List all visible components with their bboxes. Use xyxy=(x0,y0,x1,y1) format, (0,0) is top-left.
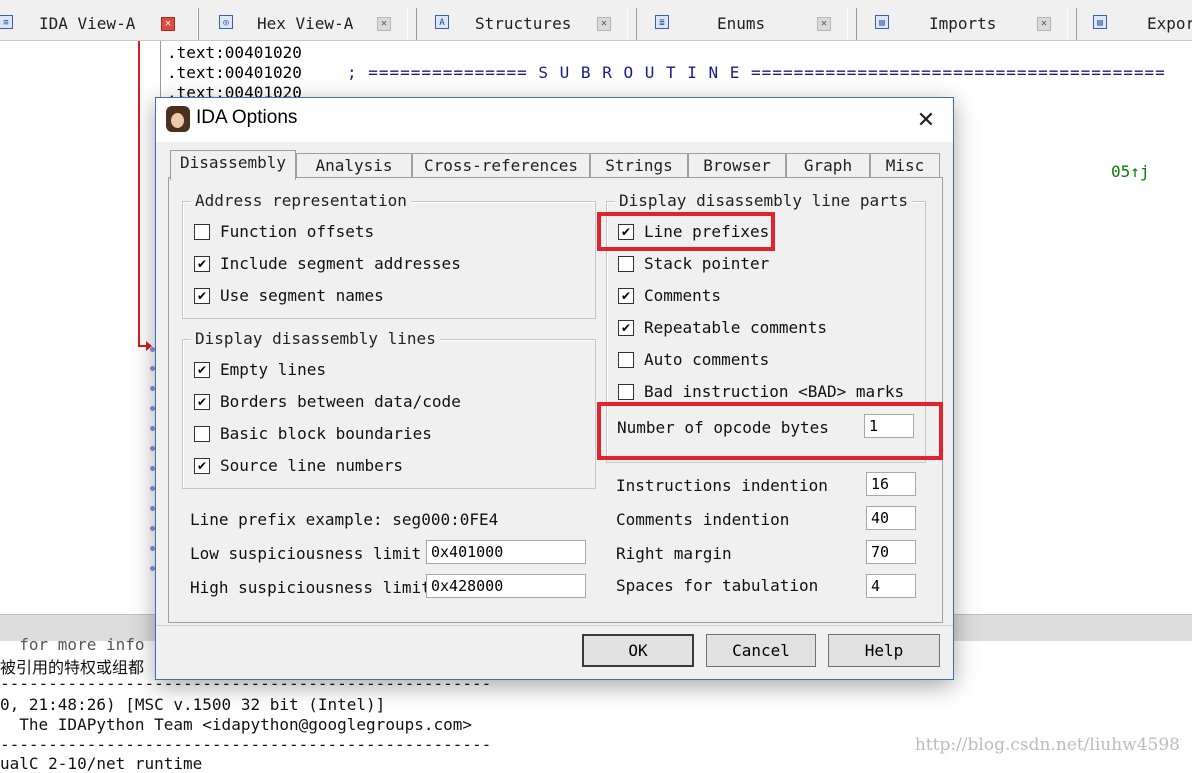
tab-exports[interactable]: ▤ Expor xyxy=(1076,8,1192,40)
code-line[interactable]: .text:00401020 xyxy=(167,63,302,82)
high-suspiciousness-label: High suspiciousness limit xyxy=(190,578,431,597)
tab-label: IDA View-A xyxy=(39,14,136,33)
close-tab-icon[interactable]: ✕ xyxy=(597,17,611,31)
hex-view-icon: ◎ xyxy=(219,15,233,29)
tab-strings[interactable]: Strings xyxy=(590,153,688,179)
source-line-numbers-checkbox[interactable]: ✔ xyxy=(194,458,210,474)
bad-instruction-marks-checkbox[interactable] xyxy=(618,384,634,400)
right-margin-label: Right margin xyxy=(616,544,732,563)
ida-view-icon: ≡ xyxy=(0,15,13,29)
tab-cross-references[interactable]: Cross-references xyxy=(412,153,590,179)
button-separator xyxy=(156,625,953,626)
tab-enums[interactable]: ≣ Enums ✕ xyxy=(636,8,848,40)
tab-label: Hex View-A xyxy=(257,14,354,33)
borders-between-data-code-checkbox[interactable]: ✔ xyxy=(194,394,210,410)
output-line: ualC 2-10/net runtime xyxy=(0,754,203,773)
comments-indention-input[interactable]: 40 xyxy=(866,506,916,530)
highlight-line-prefixes xyxy=(597,212,775,251)
help-button[interactable]: Help xyxy=(828,634,940,667)
tab-label: Imports xyxy=(929,14,997,33)
group-title: Display disassembly lines xyxy=(191,329,440,348)
checkbox-label: Source line numbers xyxy=(220,456,404,475)
checkbox-label: Basic block boundaries xyxy=(220,424,432,443)
group-title: Display disassembly line parts xyxy=(615,191,912,210)
instructions-indention-label: Instructions indention xyxy=(616,476,828,495)
checkbox-label: Include segment addresses xyxy=(220,254,461,273)
output-line: 0, 21:48:26) [MSC v.1500 32 bit (Intel)] xyxy=(0,695,386,714)
imports-icon: ▤ xyxy=(875,15,889,29)
instructions-indention-input[interactable]: 16 xyxy=(866,472,916,496)
tab-analysis[interactable]: Analysis xyxy=(296,153,412,179)
output-line: The IDAPython Team <idapython@googlegrou… xyxy=(0,715,473,734)
ok-button[interactable]: OK xyxy=(582,634,694,667)
checkbox-label: Empty lines xyxy=(220,360,326,379)
tab-label: Structures xyxy=(475,14,572,33)
tab-label: Expor xyxy=(1147,14,1192,33)
ida-options-dialog: IDA Options ✕ Disassembly Analysis Cross… xyxy=(155,97,954,680)
code-line[interactable]: .text:00401020 xyxy=(167,43,302,62)
use-segment-names-checkbox[interactable]: ✔ xyxy=(194,288,210,304)
tab-graph[interactable]: Graph xyxy=(786,153,870,179)
stack-pointer-checkbox[interactable] xyxy=(618,256,634,272)
repeatable-comments-checkbox[interactable]: ✔ xyxy=(618,320,634,336)
output-line: for more info xyxy=(0,635,145,654)
comments-indention-label: Comments indention xyxy=(616,510,790,529)
low-suspiciousness-input[interactable]: 0x401000 xyxy=(426,540,586,564)
view-tab-strip: ≡ IDA View-A ✕ ◎ Hex View-A ✕ A Structur… xyxy=(0,0,1192,41)
tab-disassembly[interactable]: Disassembly xyxy=(170,150,296,180)
subroutine-comment: ; =============== S U B R O U T I N E ==… xyxy=(347,63,1166,82)
ida-app-icon-face xyxy=(171,113,184,128)
tab-hex-view-a[interactable]: ◎ Hex View-A ✕ xyxy=(198,8,408,40)
structures-icon: A xyxy=(435,15,449,29)
comments-checkbox[interactable]: ✔ xyxy=(618,288,634,304)
checkbox-label: Use segment names xyxy=(220,286,384,305)
line-prefix-example: Line prefix example: seg000:0FE4 xyxy=(190,510,499,529)
close-icon[interactable]: ✕ xyxy=(914,108,938,132)
dialog-title: IDA Options xyxy=(196,107,298,128)
high-suspiciousness-input[interactable]: 0x428000 xyxy=(426,574,586,598)
low-suspiciousness-label: Low suspiciousness limit xyxy=(190,544,422,563)
output-line: ----------------------------------------… xyxy=(0,735,492,754)
checkbox-label: Comments xyxy=(644,286,722,305)
close-tab-icon[interactable]: ✕ xyxy=(817,17,831,31)
tab-label: Enums xyxy=(717,14,766,33)
xref-comment[interactable]: 05↑j xyxy=(1111,162,1150,181)
dialog-titlebar[interactable]: IDA Options ✕ xyxy=(156,98,953,142)
auto-comments-checkbox[interactable] xyxy=(618,352,634,368)
checkbox-label: Bad instruction <BAD> marks xyxy=(644,382,905,401)
group-title: Address representation xyxy=(191,191,411,210)
right-margin-input[interactable]: 70 xyxy=(866,540,916,564)
spaces-for-tabulation-input[interactable]: 4 xyxy=(866,574,916,598)
checkbox-label: Repeatable comments xyxy=(644,318,828,337)
arrow-gutter xyxy=(0,41,160,613)
jump-arrow-line xyxy=(138,41,140,347)
spaces-for-tabulation-label: Spaces for tabulation xyxy=(616,576,819,595)
tab-imports[interactable]: ▤ Imports ✕ xyxy=(856,8,1068,40)
close-tab-icon[interactable]: ✕ xyxy=(161,17,175,31)
checkbox-label: Function offsets xyxy=(220,222,375,241)
include-segment-addresses-checkbox[interactable]: ✔ xyxy=(194,256,210,272)
function-offsets-checkbox[interactable] xyxy=(194,224,210,240)
checkbox-label: Auto comments xyxy=(644,350,770,369)
tab-misc[interactable]: Misc xyxy=(870,153,940,179)
basic-block-boundaries-checkbox[interactable] xyxy=(194,426,210,442)
tab-structures[interactable]: A Structures ✕ xyxy=(416,8,628,40)
exports-icon: ▤ xyxy=(1093,15,1107,29)
tab-ida-view-a[interactable]: ≡ IDA View-A ✕ xyxy=(0,8,198,40)
close-tab-icon[interactable]: ✕ xyxy=(377,17,391,31)
watermark: http://blog.csdn.net/liuhw4598 xyxy=(914,735,1180,755)
empty-lines-checkbox[interactable]: ✔ xyxy=(194,362,210,378)
cancel-button[interactable]: Cancel xyxy=(706,634,816,667)
checkbox-label: Borders between data/code xyxy=(220,392,461,411)
close-tab-icon[interactable]: ✕ xyxy=(1037,17,1051,31)
highlight-opcode-bytes xyxy=(597,402,943,460)
checkbox-label: Stack pointer xyxy=(644,254,770,273)
tab-browser[interactable]: Browser xyxy=(688,153,786,179)
enums-icon: ≣ xyxy=(655,15,669,29)
